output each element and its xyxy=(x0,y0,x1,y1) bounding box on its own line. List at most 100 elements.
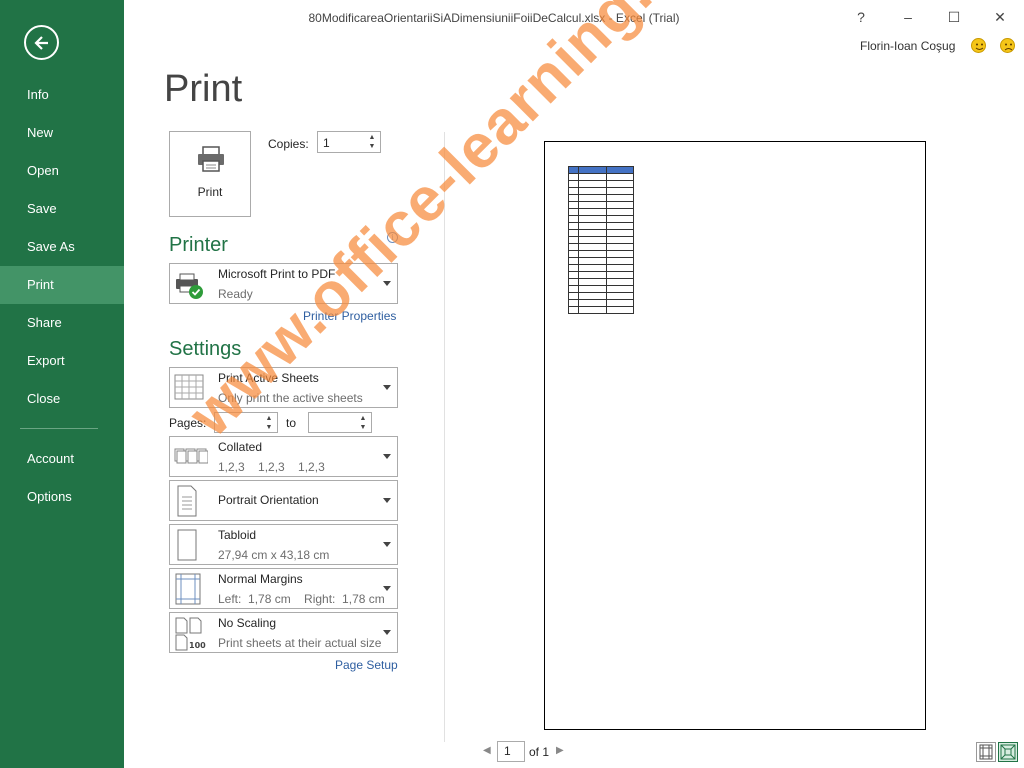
pages-to-input[interactable]: ▲ ▼ xyxy=(308,412,372,433)
table-row xyxy=(568,194,634,202)
maximize-button[interactable]: ☐ xyxy=(942,6,966,28)
nav-item-close[interactable]: Close xyxy=(0,380,124,418)
table-row xyxy=(568,257,634,265)
pages-to-label: to xyxy=(286,416,297,430)
sheet-grid-icon xyxy=(174,374,204,400)
nav-item-save[interactable]: Save xyxy=(0,190,124,228)
spin-up-icon[interactable]: ▲ xyxy=(367,133,377,142)
page-title: Print xyxy=(164,68,243,110)
table-row xyxy=(568,166,634,174)
table-row xyxy=(568,299,634,307)
scaling-icon: 100 xyxy=(175,617,206,651)
spin-down-icon[interactable]: ▼ xyxy=(264,423,274,432)
chevron-down-icon xyxy=(383,498,391,503)
nav-item-print[interactable]: Print xyxy=(0,266,124,304)
print-button[interactable]: Print xyxy=(169,131,251,217)
help-button[interactable]: ? xyxy=(849,6,873,28)
orientation-dropdown[interactable]: Portrait Orientation xyxy=(169,480,398,521)
zoom-to-page-button[interactable] xyxy=(998,742,1018,762)
printer-properties-link[interactable]: Printer Properties xyxy=(303,309,396,323)
table-row xyxy=(568,229,634,237)
paper-size-main: Tabloid xyxy=(218,528,257,542)
portrait-page-icon xyxy=(177,485,197,517)
table-row xyxy=(568,173,634,181)
page-setup-link[interactable]: Page Setup xyxy=(335,658,398,672)
table-row xyxy=(568,285,634,293)
table-row xyxy=(568,208,634,216)
excel-backstage-print: Info New Open Save Save As Print Share E… xyxy=(0,0,1024,768)
table-row xyxy=(568,243,634,251)
table-row xyxy=(568,215,634,223)
printer-icon xyxy=(198,146,224,172)
pages-from-input[interactable]: ▲ ▼ xyxy=(214,412,278,433)
nav-item-share[interactable]: Share xyxy=(0,304,124,342)
table-row xyxy=(568,236,634,244)
show-margins-icon xyxy=(979,744,993,760)
nav-item-save-as[interactable]: Save As xyxy=(0,228,124,266)
frown-icon[interactable] xyxy=(1000,38,1015,53)
collation-sub: 1,2,3 1,2,3 1,2,3 xyxy=(218,460,325,474)
back-arrow-icon xyxy=(34,36,48,50)
close-button[interactable]: ✕ xyxy=(988,6,1012,28)
preview-table-thumbnail xyxy=(568,166,634,314)
collation-dropdown[interactable]: Collated 1,2,3 1,2,3 1,2,3 xyxy=(169,436,398,477)
paper-size-dropdown[interactable]: Tabloid 27,94 cm x 43,18 cm xyxy=(169,524,398,565)
nav-item-options[interactable]: Options xyxy=(0,478,124,516)
orientation-main: Portrait Orientation xyxy=(218,493,319,507)
zoom-to-page-icon xyxy=(1000,744,1016,760)
chevron-down-icon xyxy=(383,385,391,390)
chevron-down-icon xyxy=(383,586,391,591)
margins-icon xyxy=(175,573,201,605)
page-total: of 1 xyxy=(529,745,550,759)
pane-divider xyxy=(444,132,445,742)
spin-up-icon[interactable]: ▲ xyxy=(358,414,368,423)
smile-icon[interactable] xyxy=(971,38,986,53)
print-what-dropdown[interactable]: Print Active Sheets Only print the activ… xyxy=(169,367,398,408)
backstage-nav: Info New Open Save Save As Print Share E… xyxy=(0,0,124,768)
page-number-input[interactable]: 1 xyxy=(497,741,525,762)
nav-item-info[interactable]: Info xyxy=(0,76,124,114)
show-margins-button[interactable] xyxy=(976,742,996,762)
print-what-main: Print Active Sheets xyxy=(218,371,319,385)
margins-main: Normal Margins xyxy=(218,572,303,586)
scaling-dropdown[interactable]: 100 No Scaling Print sheets at their act… xyxy=(169,612,398,653)
printer-ready-icon xyxy=(176,273,203,299)
nav-item-export[interactable]: Export xyxy=(0,342,124,380)
paper-size-icon xyxy=(177,529,197,561)
minimize-button[interactable]: – xyxy=(896,6,920,28)
spin-down-icon[interactable]: ▼ xyxy=(358,423,368,432)
table-row xyxy=(568,278,634,286)
nav-item-new[interactable]: New xyxy=(0,114,124,152)
nav-divider xyxy=(20,428,98,429)
chevron-down-icon xyxy=(383,630,391,635)
next-page-icon[interactable]: ▶ xyxy=(556,745,564,756)
copies-stepper[interactable]: 1 ▲ ▼ xyxy=(317,131,381,153)
chevron-down-icon xyxy=(383,542,391,547)
info-icon[interactable]: i xyxy=(387,232,398,243)
previous-page-icon[interactable]: ◀ xyxy=(483,745,491,756)
table-row xyxy=(568,306,634,314)
pages-label: Pages: xyxy=(169,416,207,430)
table-row xyxy=(568,250,634,258)
copies-label: Copies: xyxy=(268,137,309,151)
margins-sub: Left: 1,78 cm Right: 1,78 cm xyxy=(218,592,385,606)
nav-item-account[interactable]: Account xyxy=(0,440,124,478)
printer-dropdown[interactable]: Microsoft Print to PDF Ready xyxy=(169,263,398,304)
table-row xyxy=(568,264,634,272)
chevron-down-icon xyxy=(383,281,391,286)
spin-down-icon[interactable]: ▼ xyxy=(367,142,377,151)
settings-section-title: Settings xyxy=(169,338,242,360)
user-name[interactable]: Florin-Ioan Coşug xyxy=(860,39,955,53)
svg-text:100: 100 xyxy=(189,641,206,650)
back-button[interactable] xyxy=(24,25,59,60)
nav-item-open[interactable]: Open xyxy=(0,152,124,190)
print-preview-page xyxy=(544,141,926,730)
paper-size-sub: 27,94 cm x 43,18 cm xyxy=(218,548,330,562)
window-title: 80ModificareaOrientariiSiADimensiuniiFoi… xyxy=(308,11,680,25)
collated-pages-icon xyxy=(174,448,208,464)
copies-value: 1 xyxy=(323,136,330,150)
print-button-label: Print xyxy=(197,185,223,199)
margins-dropdown[interactable]: Normal Margins Left: 1,78 cm Right: 1,78… xyxy=(169,568,398,609)
table-row xyxy=(568,180,634,188)
spin-up-icon[interactable]: ▲ xyxy=(264,414,274,423)
